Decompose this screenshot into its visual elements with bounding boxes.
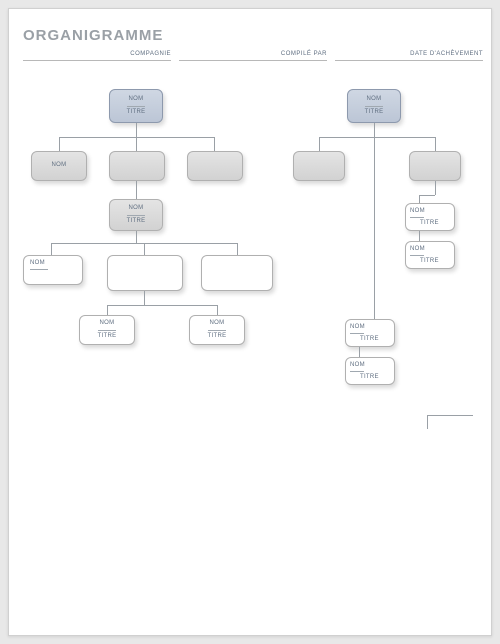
node-name: NOM [129, 96, 144, 103]
org-node: NOM [23, 255, 83, 285]
node-title: TITRE [98, 333, 117, 340]
node-divider [410, 255, 424, 256]
node-divider [350, 333, 364, 334]
node-title: TITRE [360, 374, 379, 381]
org-node-root-left: NOM TITRE [109, 89, 163, 123]
org-node-root-right: NOM TITRE [347, 89, 401, 123]
completion-date-field[interactable]: DATE D'ACHÈVEMENT [335, 51, 483, 61]
node-name: NOM [350, 324, 365, 331]
node-divider [30, 269, 48, 270]
org-node: NOM TITRE [405, 203, 455, 231]
org-node [107, 255, 183, 291]
org-node: NOM TITRE [109, 199, 163, 231]
org-node: NOM [31, 151, 87, 181]
org-node: NOM TITRE [345, 319, 395, 347]
node-name: NOM [52, 162, 67, 169]
node-name: NOM [367, 96, 382, 103]
node-name: NOM [410, 246, 425, 253]
node-divider [127, 215, 145, 216]
org-node [409, 151, 461, 181]
node-title: TITRE [420, 258, 439, 265]
org-node [109, 151, 165, 181]
node-divider [410, 217, 424, 218]
node-divider [98, 330, 116, 331]
node-name: NOM [350, 362, 365, 369]
node-title: TITRE [420, 220, 439, 227]
org-node [187, 151, 243, 181]
node-divider [208, 330, 226, 331]
node-title: TITRE [127, 109, 146, 116]
node-title: TITRE [365, 109, 384, 116]
node-name: NOM [30, 260, 45, 267]
node-divider [127, 106, 145, 107]
compiled-by-field[interactable]: COMPILÉ PAR [179, 51, 327, 61]
node-title: TITRE [360, 336, 379, 343]
org-node [201, 255, 273, 291]
org-node [293, 151, 345, 181]
org-chart-canvas: NOM TITRE NOM NOM TITRE NOM [9, 69, 491, 635]
node-name: NOM [100, 320, 115, 327]
node-divider [350, 371, 364, 372]
node-divider [365, 106, 383, 107]
node-name: NOM [410, 208, 425, 215]
page: ORGANIGRAMME COMPAGNIE COMPILÉ PAR DATE … [8, 8, 492, 636]
node-title: TITRE [208, 333, 227, 340]
node-title: TITRE [127, 218, 146, 225]
document-title: ORGANIGRAMME [23, 27, 163, 44]
company-field[interactable]: COMPAGNIE [23, 51, 171, 61]
header-row: COMPAGNIE COMPILÉ PAR DATE D'ACHÈVEMENT [23, 51, 477, 65]
node-name: NOM [129, 205, 144, 212]
org-node: NOM TITRE [189, 315, 245, 345]
node-name: NOM [210, 320, 225, 327]
org-node: NOM TITRE [79, 315, 135, 345]
org-node: NOM TITRE [405, 241, 455, 269]
org-node: NOM TITRE [345, 357, 395, 385]
